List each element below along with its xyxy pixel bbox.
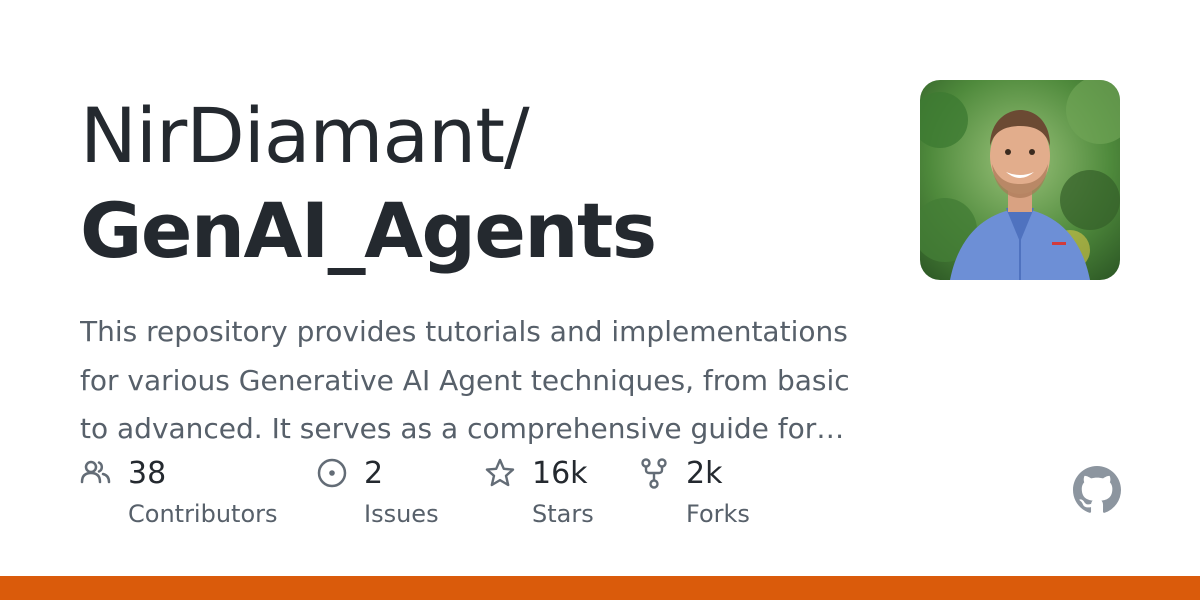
issues-label: Issues [364, 500, 439, 528]
people-icon [80, 460, 111, 484]
contributors-count: 38 [128, 456, 167, 491]
contributors-label: Contributors [128, 500, 278, 528]
owner-avatar [920, 80, 1120, 280]
avatar-photo [920, 80, 1120, 280]
repo-owner[interactable]: NirDiamant/ [80, 94, 530, 178]
repo-forked-icon [641, 458, 667, 489]
forks-label: Forks [686, 500, 750, 528]
stars-label: Stars [532, 500, 594, 528]
issues-count: 2 [364, 456, 384, 491]
repo-description: This repository provides tutorials and i… [80, 315, 850, 445]
github-mark-icon[interactable] [1073, 466, 1121, 514]
star-icon [485, 458, 515, 487]
language-bar [0, 576, 1200, 600]
forks-count: 2k [686, 456, 723, 491]
stars-count: 16k [532, 456, 588, 491]
repo-name[interactable]: GenAI_Agents [80, 189, 657, 273]
issue-opened-icon [317, 458, 347, 488]
